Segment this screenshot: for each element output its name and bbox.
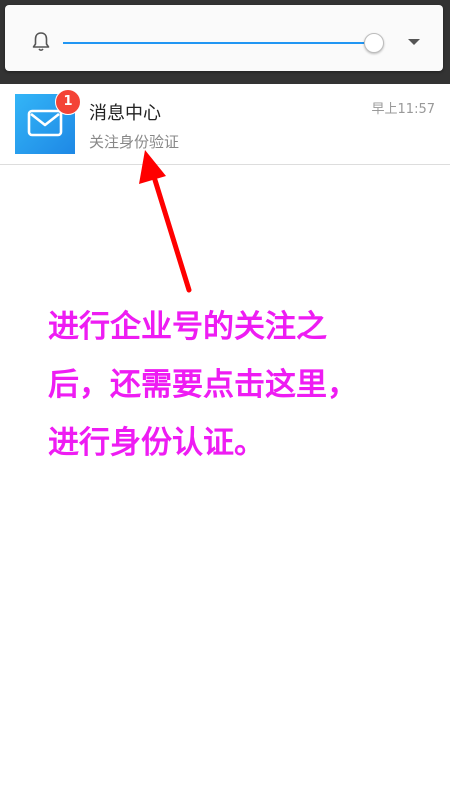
volume-slider[interactable] <box>63 33 384 53</box>
notification-shade <box>0 0 450 84</box>
slider-track <box>63 42 379 44</box>
item-subtitle: 关注身份验证 <box>89 133 180 151</box>
annotation-text: 进行企业号的关注之 后，还需要点击这里， 进行身份认证。 <box>48 298 408 472</box>
annotation-line: 进行企业号的关注之 <box>48 309 327 345</box>
annotation-line: 进行身份认证。 <box>48 425 265 461</box>
envelope-icon <box>27 109 63 137</box>
screen: 1 消息中心 关注身份验证 早上11:57 进行企业号的关注之 后，还需要点击这… <box>0 0 450 800</box>
volume-panel <box>5 5 443 71</box>
slider-fill <box>63 42 373 44</box>
message-center-item[interactable]: 1 消息中心 关注身份验证 早上11:57 <box>0 85 450 165</box>
unread-badge: 1 <box>55 89 81 115</box>
annotation-line: 后，还需要点击这里， <box>48 367 358 403</box>
chevron-down-icon[interactable] <box>403 33 425 51</box>
slider-thumb[interactable] <box>363 33 384 53</box>
item-timestamp: 早上11:57 <box>371 102 435 117</box>
bell-icon[interactable] <box>31 31 51 53</box>
item-title: 消息中心 <box>89 103 161 124</box>
